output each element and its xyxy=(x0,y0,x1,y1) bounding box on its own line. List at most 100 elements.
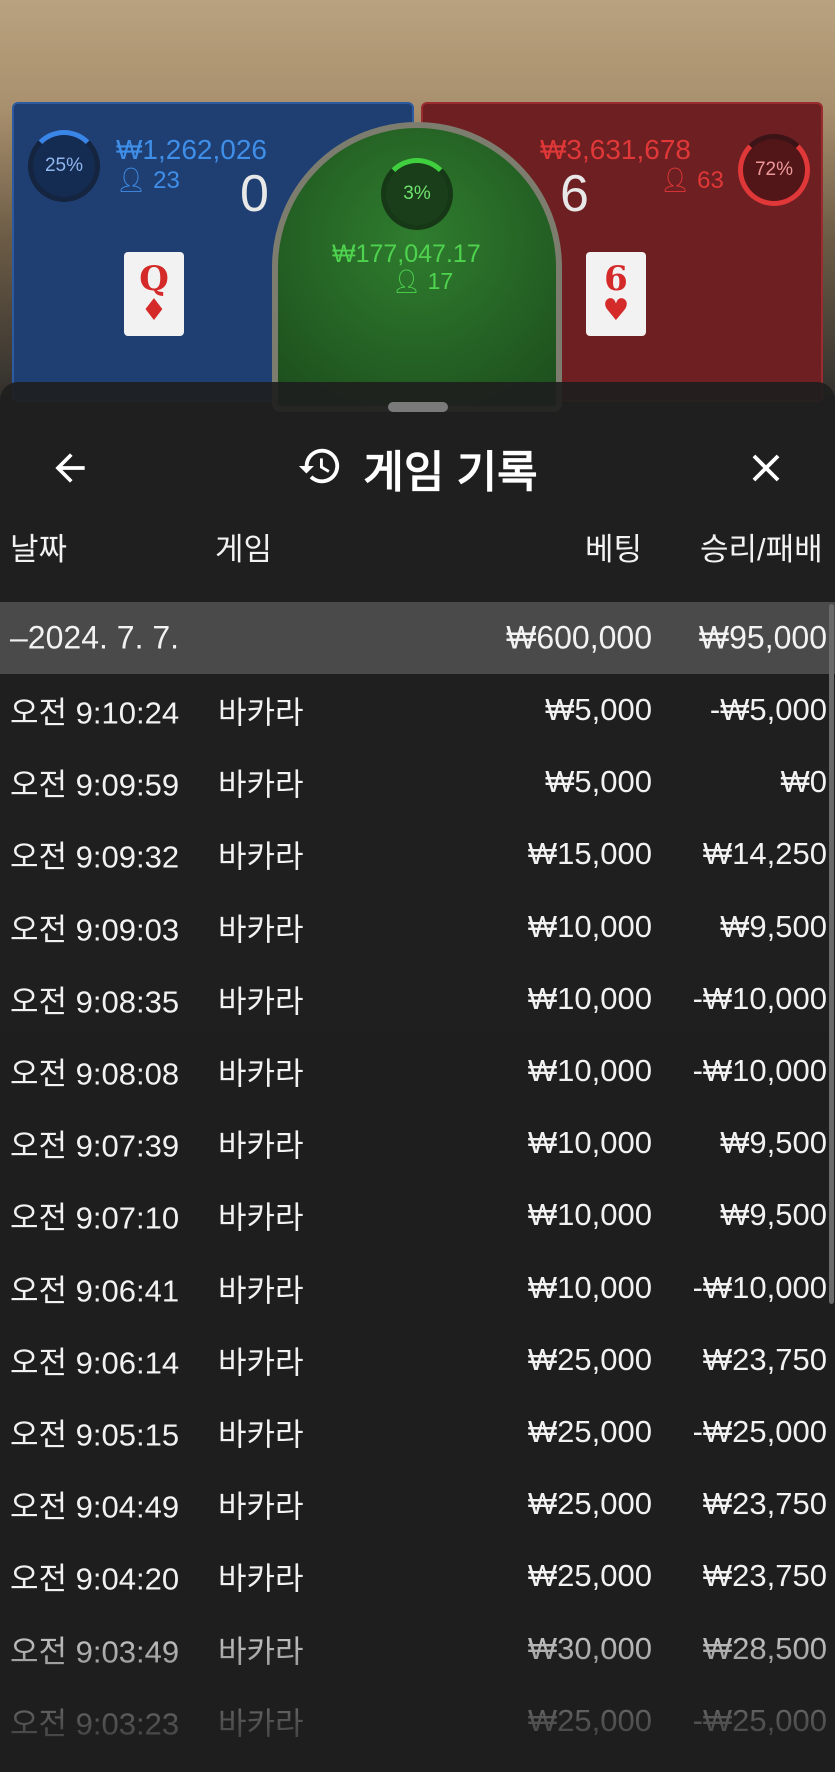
history-row[interactable]: 오전 9:03:49 바카라 ₩30,000 ₩28,500 xyxy=(0,1612,835,1684)
row-time: 오전 9:09:59 xyxy=(10,767,180,803)
player-percent-ring: 25% xyxy=(28,130,100,202)
row-game: 바카라 xyxy=(218,1345,304,1381)
row-game: 바카라 xyxy=(218,912,304,948)
row-win-loss: -₩25,000 xyxy=(692,1413,827,1449)
row-time: 오전 9:08:35 xyxy=(10,984,180,1020)
row-win-loss: -₩5,000 xyxy=(709,692,827,728)
player-percent: 25% xyxy=(44,155,84,176)
banker-bettor-count: 👤︎ 63 xyxy=(660,166,724,195)
row-game: 바카라 xyxy=(218,839,304,875)
history-row[interactable]: 오전 9:08:08 바카라 ₩10,000 -₩10,000 xyxy=(0,1035,835,1107)
row-win-loss: ₩0 xyxy=(780,764,828,800)
row-time: 오전 9:10:24 xyxy=(10,695,180,731)
row-bet: ₩5,000 xyxy=(545,764,652,800)
game-history-sheet: 게임 기록 날짜 게임 베팅 승리/패배 –2024. 7. 7. ₩600,0… xyxy=(0,382,835,1772)
row-bet: ₩30,000 xyxy=(527,1630,652,1666)
back-button[interactable] xyxy=(40,438,100,498)
tie-percent-ring: 3% xyxy=(381,158,453,230)
row-game: 바카라 xyxy=(218,1706,304,1742)
banker-percent: 72% xyxy=(754,159,794,180)
row-win-loss: -₩10,000 xyxy=(692,980,827,1016)
summary-bet-total: ₩600,000 xyxy=(506,619,652,656)
tie-total-amount: ₩177,047.17 xyxy=(332,240,481,268)
row-win-loss: -₩25,000 xyxy=(692,1702,827,1738)
row-bet: ₩10,000 xyxy=(527,908,652,944)
player-card-rank: Q xyxy=(139,259,169,299)
row-win-loss: ₩23,750 xyxy=(702,1341,827,1377)
row-bet: ₩5,000 xyxy=(545,692,652,728)
player-score: 0 xyxy=(240,165,269,223)
history-row[interactable]: 오전 9:07:39 바카라 ₩10,000 ₩9,500 xyxy=(0,1107,835,1179)
person-icon: 👤︎ xyxy=(392,268,422,294)
banker-card: 6 ♥ xyxy=(586,252,646,336)
history-list: 오전 9:10:24 바카라 ₩5,000 -₩5,000 오전 9:09:59 바카라 ₩… xyxy=(0,674,835,1757)
history-row[interactable]: 오전 9:05:15 바카라 ₩25,000 -₩25,000 xyxy=(0,1396,835,1468)
sheet-title: 게임 기록 xyxy=(363,448,538,497)
row-time: 오전 9:08:08 xyxy=(10,1056,180,1092)
history-row[interactable]: 오전 9:10:24 바카라 ₩5,000 -₩5,000 xyxy=(0,674,835,746)
row-game: 바카라 xyxy=(218,1561,304,1597)
history-row[interactable]: 오전 9:08:35 바카라 ₩10,000 -₩10,000 xyxy=(0,963,835,1035)
row-bet: ₩25,000 xyxy=(527,1702,652,1738)
row-game: 바카라 xyxy=(218,1417,304,1453)
row-game: 바카라 xyxy=(218,1634,304,1670)
row-bet: ₩25,000 xyxy=(527,1413,652,1449)
player-bettor-count: 👤︎ 23 xyxy=(116,166,180,195)
person-icon: 👤︎ xyxy=(660,167,691,194)
banker-percent-ring: 72% xyxy=(738,134,810,206)
history-row[interactable]: 오전 9:03:23 바카라 ₩25,000 -₩25,000 xyxy=(0,1685,835,1757)
row-game: 바카라 xyxy=(218,1128,304,1164)
row-time: 오전 9:03:49 xyxy=(10,1634,180,1670)
close-button[interactable] xyxy=(736,438,796,498)
history-row[interactable]: 오전 9:04:49 바카라 ₩25,000 ₩23,750 xyxy=(0,1468,835,1540)
banker-total-amount: ₩3,631,678 xyxy=(540,134,691,165)
row-time: 오전 9:09:32 xyxy=(10,839,180,875)
row-bet: ₩10,000 xyxy=(527,1053,652,1089)
history-row[interactable]: 오전 9:04:20 바카라 ₩25,000 ₩23,750 xyxy=(0,1540,835,1612)
column-header-bet: 베팅 xyxy=(585,532,643,567)
history-row[interactable]: 오전 9:07:10 바카라 ₩10,000 ₩9,500 xyxy=(0,1179,835,1251)
row-bet: ₩25,000 xyxy=(527,1341,652,1377)
row-bet: ₩25,000 xyxy=(527,1558,652,1594)
row-game: 바카라 xyxy=(218,984,304,1020)
row-win-loss: ₩28,500 xyxy=(702,1630,827,1666)
scrollbar[interactable] xyxy=(829,604,834,1304)
sheet-title-group: 게임 기록 xyxy=(0,418,835,518)
history-row[interactable]: 오전 9:06:41 바카라 ₩10,000 -₩10,000 xyxy=(0,1252,835,1324)
row-bet: ₩10,000 xyxy=(527,1269,652,1305)
row-win-loss: -₩10,000 xyxy=(692,1053,827,1089)
history-row[interactable]: 오전 9:09:32 바카라 ₩15,000 ₩14,250 xyxy=(0,818,835,890)
sheet-drag-handle[interactable] xyxy=(388,402,448,412)
row-bet: ₩10,000 xyxy=(527,1197,652,1233)
column-header-game: 게임 xyxy=(215,532,273,567)
row-time: 오전 9:07:39 xyxy=(10,1128,180,1164)
tie-bettor-count-value: 17 xyxy=(427,268,454,294)
row-time: 오전 9:05:15 xyxy=(10,1417,180,1453)
row-game: 바카라 xyxy=(218,1056,304,1092)
row-bet: ₩10,000 xyxy=(527,980,652,1016)
date-summary-row[interactable]: –2024. 7. 7. ₩600,000 ₩95,000 xyxy=(0,602,835,674)
row-game: 바카라 xyxy=(218,1489,304,1525)
row-win-loss: ₩9,500 xyxy=(720,908,827,944)
player-bettor-count-value: 23 xyxy=(153,167,180,194)
history-row[interactable]: 오전 9:09:59 바카라 ₩5,000 ₩0 xyxy=(0,746,835,818)
row-time: 오전 9:07:10 xyxy=(10,1200,180,1236)
row-game: 바카라 xyxy=(218,1273,304,1309)
row-time: 오전 9:04:20 xyxy=(10,1561,180,1597)
row-win-loss: ₩9,500 xyxy=(720,1125,827,1161)
row-time: 오전 9:04:49 xyxy=(10,1489,180,1525)
summary-date: –2024. 7. 7. xyxy=(10,619,180,656)
history-row[interactable]: 오전 9:09:03 바카라 ₩10,000 ₩9,500 xyxy=(0,891,835,963)
row-time: 오전 9:06:41 xyxy=(10,1273,180,1309)
arrow-left-icon xyxy=(55,453,85,483)
close-icon xyxy=(752,454,780,482)
column-header-date: 날짜 xyxy=(10,532,68,567)
banker-score: 6 xyxy=(560,165,589,223)
row-game: 바카라 xyxy=(218,767,304,803)
history-icon xyxy=(297,443,343,494)
history-row[interactable]: 오전 9:06:14 바카라 ₩25,000 ₩23,750 xyxy=(0,1324,835,1396)
row-win-loss: ₩23,750 xyxy=(702,1486,827,1522)
player-total-amount: ₩1,262,026 xyxy=(116,134,267,165)
row-time: 오전 9:09:03 xyxy=(10,912,180,948)
column-header-win-loss: 승리/패배 xyxy=(700,532,823,567)
